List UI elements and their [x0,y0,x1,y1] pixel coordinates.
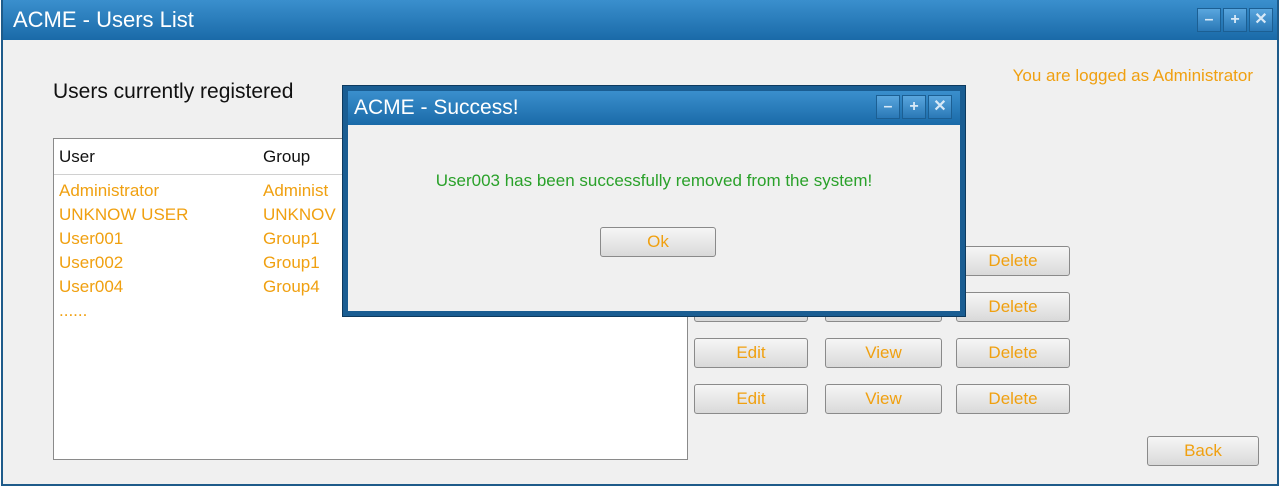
group-cell: UNKNOV [263,205,336,224]
success-message: User003 has been successfully removed fr… [435,171,873,190]
user-cell: UNKNOW USER [59,205,189,224]
edit-button-row4[interactable]: Edit [694,384,808,414]
user-cell: User004 [59,277,124,296]
group-cell: Group1 [263,253,320,272]
view-button-row3[interactable]: View [825,338,942,368]
column-header-user[interactable]: User [59,147,95,167]
delete-button-row3[interactable]: Delete [956,338,1070,368]
minimize-icon[interactable]: – [1197,8,1221,32]
view-button-row4[interactable]: View [825,384,942,414]
more-rows-indicator: ...... [59,301,88,320]
dialog-titlebar[interactable]: ACME - Success! – + ✕ [348,91,960,125]
users-list-window: ACME - Users List – + ✕ You are logged a… [1,0,1279,486]
dialog-maximize-icon[interactable]: + [902,95,926,119]
user-cell: User002 [59,253,124,272]
group-cell: Group4 [263,277,320,296]
user-cell: User001 [59,229,124,248]
user-cell: Administrator [59,181,160,200]
page-title: Users currently registered [53,80,294,103]
delete-button-row2[interactable]: Delete [956,292,1070,322]
back-button[interactable]: Back [1147,436,1259,466]
window-title: ACME - Users List [13,7,194,32]
delete-button-row4[interactable]: Delete [956,384,1070,414]
dialog-title: ACME - Success! [354,96,519,119]
delete-button-row1[interactable]: Delete [956,246,1070,276]
column-header-group[interactable]: Group [263,147,310,167]
edit-button-row3[interactable]: Edit [694,338,808,368]
maximize-icon[interactable]: + [1223,8,1247,32]
success-dialog: ACME - Success! – + ✕ User003 has been s… [343,86,965,316]
dialog-close-icon[interactable]: ✕ [928,95,952,119]
dialog-minimize-icon[interactable]: – [876,95,900,119]
window-titlebar[interactable]: ACME - Users List – + ✕ [3,0,1277,40]
group-cell: Group1 [263,229,320,248]
group-cell: Administ [263,181,329,200]
ok-button[interactable]: Ok [600,227,716,257]
close-icon[interactable]: ✕ [1249,8,1273,32]
logged-user-label: You are logged as Administrator [1012,66,1253,85]
